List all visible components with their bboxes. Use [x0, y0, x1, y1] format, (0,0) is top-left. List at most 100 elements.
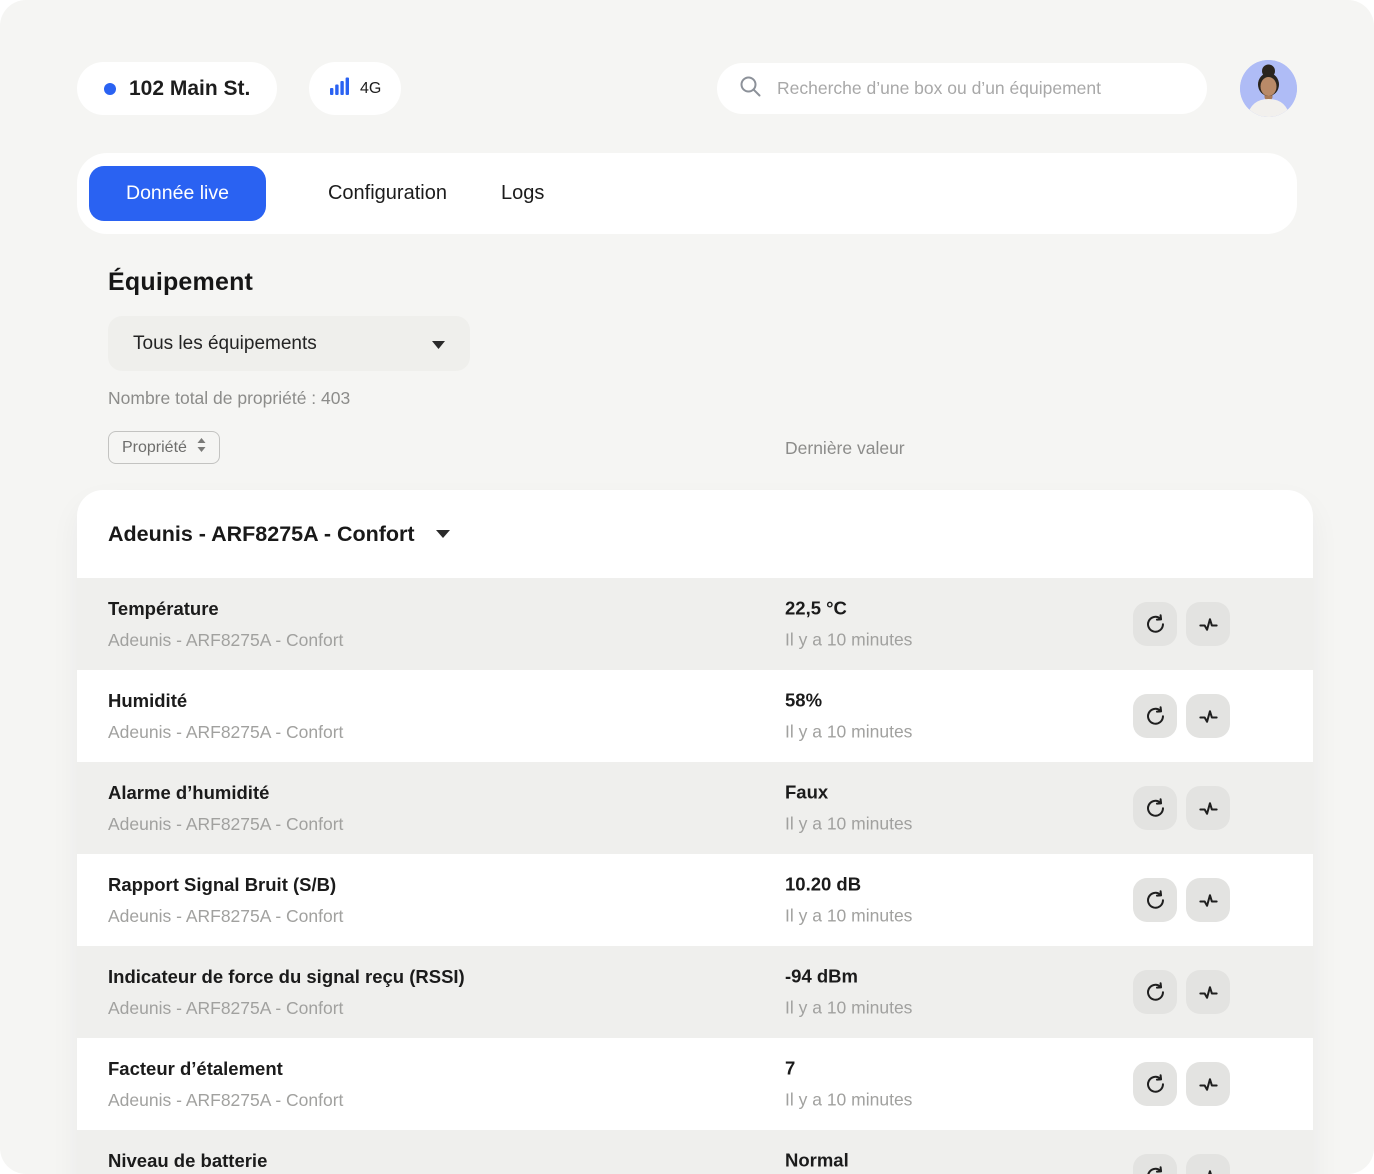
- status-dot-icon: [104, 82, 116, 95]
- property-name: Température: [108, 597, 219, 619]
- row-actions: [1133, 1154, 1230, 1174]
- tab-configuration[interactable]: Configuration: [301, 166, 474, 221]
- equipment-select-value: Tous les équipements: [133, 332, 317, 354]
- refresh-icon: [1146, 613, 1164, 633]
- activity-pulse-icon: [1198, 709, 1218, 723]
- refresh-button[interactable]: [1133, 878, 1177, 922]
- location-label: 102 Main St.: [129, 76, 251, 100]
- row-actions: [1133, 602, 1230, 646]
- history-chart-button[interactable]: [1186, 1154, 1230, 1174]
- caret-down-icon: [435, 530, 450, 538]
- history-chart-button[interactable]: [1186, 878, 1230, 922]
- property-value: 10.20 dB: [785, 873, 862, 895]
- property-row: Alarme d’humidité Adeunis - ARF8275A - C…: [77, 762, 1313, 854]
- history-chart-button[interactable]: [1186, 1062, 1230, 1106]
- activity-pulse-icon: [1198, 985, 1218, 999]
- row-actions: [1133, 878, 1230, 922]
- activity-pulse-icon: [1198, 1077, 1218, 1091]
- property-timestamp: Il y a 10 minutes: [785, 721, 913, 742]
- last-value-column-header: Dernière valeur: [785, 438, 905, 458]
- activity-pulse-icon: [1198, 617, 1218, 631]
- property-count: Nombre total de propriété : 403: [108, 388, 351, 408]
- history-chart-button[interactable]: [1186, 602, 1230, 646]
- property-timestamp: Il y a 10 minutes: [785, 1089, 913, 1110]
- refresh-button[interactable]: [1133, 970, 1177, 1014]
- network-label: 4G: [360, 79, 382, 97]
- device-card-dropdown[interactable]: Adeunis - ARF8275A - Confort: [77, 490, 1313, 578]
- property-value: 22,5 °C: [785, 597, 847, 619]
- refresh-button[interactable]: [1133, 1154, 1177, 1174]
- property-source: Adeunis - ARF8275A - Confort: [108, 905, 344, 926]
- chevron-down-icon: [432, 333, 445, 355]
- property-row: Indicateur de force du signal reçu (RSSI…: [77, 946, 1313, 1038]
- history-chart-button[interactable]: [1186, 786, 1230, 830]
- property-timestamp: Il y a 10 minutes: [785, 997, 913, 1018]
- property-timestamp: Il y a 10 minutes: [785, 629, 913, 650]
- property-name: Indicateur de force du signal reçu (RSSI…: [108, 965, 465, 987]
- history-chart-button[interactable]: [1186, 694, 1230, 738]
- history-chart-button[interactable]: [1186, 970, 1230, 1014]
- property-name: Niveau de batterie: [108, 1149, 268, 1171]
- property-row: Rapport Signal Bruit (S/B) Adeunis - ARF…: [77, 854, 1313, 946]
- search-input[interactable]: [777, 78, 1186, 99]
- row-actions: [1133, 694, 1230, 738]
- property-timestamp: Il y a 10 minutes: [785, 813, 913, 834]
- property-last-value: 22,5 °C Il y a 10 minutes: [785, 598, 912, 651]
- location-selector[interactable]: 102 Main St.: [77, 62, 278, 115]
- signal-bars-icon: [329, 75, 351, 102]
- refresh-icon: [1146, 1073, 1164, 1093]
- refresh-icon: [1146, 1165, 1162, 1174]
- property-source: Adeunis - ARF8275A - Confort: [108, 629, 344, 650]
- user-avatar[interactable]: [1240, 60, 1297, 117]
- property-timestamp: Il y a 10 minutes: [785, 905, 913, 926]
- activity-pulse-icon: [1198, 893, 1218, 907]
- property-rows: Température Adeunis - ARF8275A - Confort…: [77, 578, 1313, 1174]
- property-value: 7: [785, 1057, 796, 1079]
- property-name: Alarme d’humidité: [108, 781, 270, 803]
- sort-chip-label: Propriété: [122, 438, 187, 456]
- refresh-button[interactable]: [1133, 1062, 1177, 1106]
- search-icon: [738, 74, 763, 104]
- refresh-icon: [1146, 889, 1164, 909]
- device-card: Adeunis - ARF8275A - Confort Température…: [77, 490, 1313, 1174]
- property-row: Niveau de batterie Adeunis - ARF8275A - …: [77, 1130, 1313, 1174]
- property-last-value: Normal Il y a 10 minutes: [785, 1150, 912, 1174]
- refresh-button[interactable]: [1133, 602, 1177, 646]
- search-bar: [717, 63, 1207, 114]
- property-last-value: 58% Il y a 10 minutes: [785, 690, 912, 743]
- activity-pulse-icon: [1198, 801, 1218, 815]
- property-value: Normal: [785, 1149, 849, 1171]
- section-title: Équipement: [108, 268, 254, 296]
- refresh-button[interactable]: [1133, 694, 1177, 738]
- property-last-value: 10.20 dB Il y a 10 minutes: [785, 874, 912, 927]
- activity-pulse-icon: [1207, 1169, 1212, 1174]
- refresh-icon: [1146, 797, 1164, 817]
- sort-arrows-icon: [197, 438, 206, 457]
- tab-donnee-live[interactable]: Donnée live: [89, 166, 266, 221]
- property-source: Adeunis - ARF8275A - Confort: [108, 1089, 344, 1110]
- main-tabs: Donnée live Configuration Logs: [77, 153, 1297, 234]
- property-source: Adeunis - ARF8275A - Confort: [108, 997, 344, 1018]
- property-name: Rapport Signal Bruit (S/B): [108, 873, 337, 895]
- row-actions: [1133, 970, 1230, 1014]
- property-value: 58%: [785, 689, 823, 711]
- equipment-select[interactable]: Tous les équipements: [108, 316, 470, 371]
- property-name: Humidité: [108, 689, 188, 711]
- network-status: 4G: [309, 62, 402, 115]
- row-actions: [1133, 786, 1230, 830]
- property-row: Facteur d’étalement Adeunis - ARF8275A -…: [77, 1038, 1313, 1130]
- refresh-icon: [1146, 705, 1164, 725]
- sort-by-property-button[interactable]: Propriété: [108, 431, 220, 464]
- property-last-value: Faux Il y a 10 minutes: [785, 782, 912, 835]
- refresh-button[interactable]: [1133, 786, 1177, 830]
- device-card-title: Adeunis - ARF8275A - Confort: [108, 521, 415, 546]
- tab-logs[interactable]: Logs: [474, 166, 571, 221]
- property-row: Température Adeunis - ARF8275A - Confort…: [77, 578, 1313, 670]
- property-row: Humidité Adeunis - ARF8275A - Confort 58…: [77, 670, 1313, 762]
- property-last-value: -94 dBm Il y a 10 minutes: [785, 966, 912, 1019]
- property-source: Adeunis - ARF8275A - Confort: [108, 813, 344, 834]
- property-value: -94 dBm: [785, 965, 858, 987]
- property-source: Adeunis - ARF8275A - Confort: [108, 721, 344, 742]
- refresh-icon: [1146, 981, 1164, 1001]
- row-actions: [1133, 1062, 1230, 1106]
